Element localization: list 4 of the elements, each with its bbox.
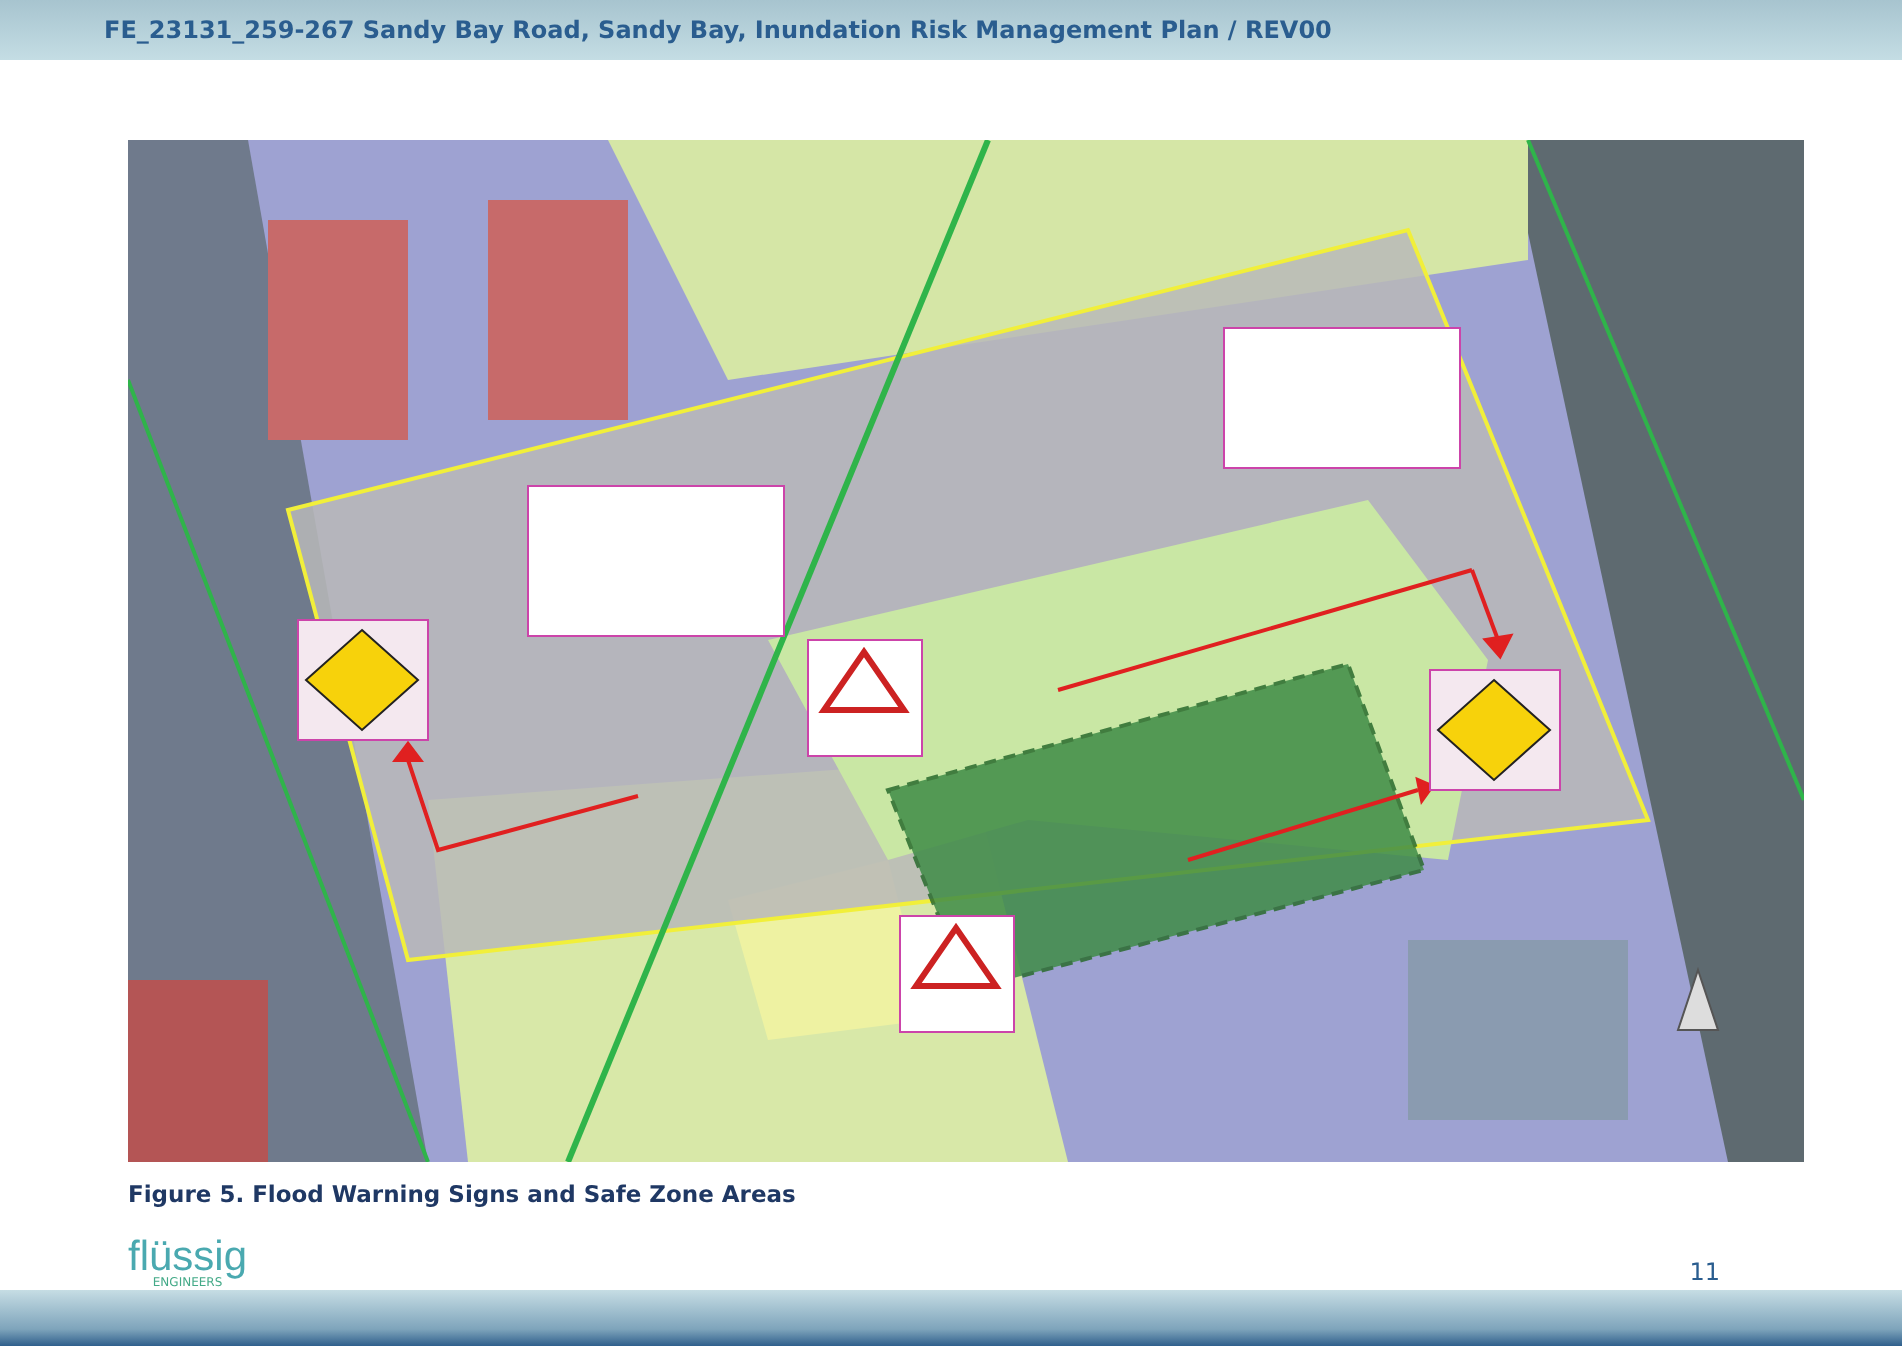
figure-caption: Figure 5. Flood Warning Signs and Safe Zone Areas [128, 1180, 796, 1208]
document-title: FE_23131_259-267 Sandy Bay Road, Sandy Bay, Inundation Risk Management Plan / REV00 [104, 16, 1332, 44]
page-number: 11 [1689, 1258, 1720, 1286]
logo-wordmark: flüssig [128, 1236, 248, 1278]
